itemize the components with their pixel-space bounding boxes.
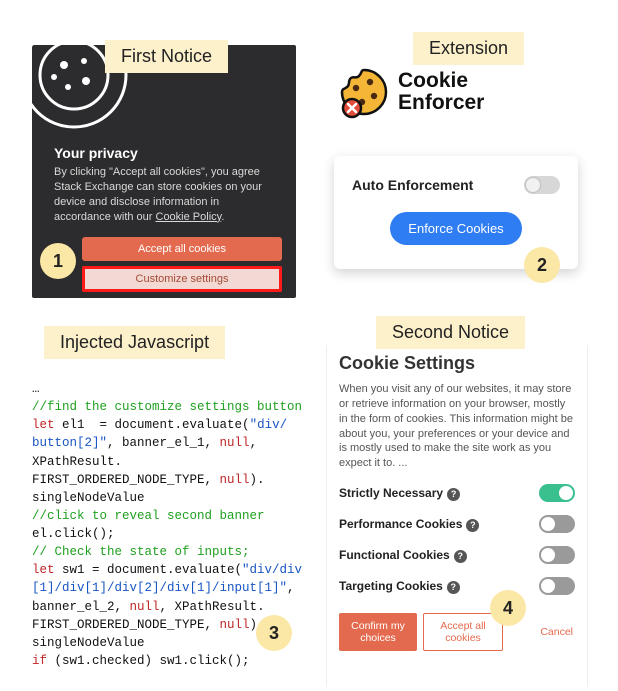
cookie-settings-desc: When you visit any of our websites, it m… xyxy=(339,382,575,471)
auto-enforcement-label: Auto Enforcement xyxy=(352,177,473,193)
code-l13a: FIRST_ORDERED_NODE_TYPE, xyxy=(32,618,220,632)
toggle-strictly-necessary: Strictly Necessary? xyxy=(339,484,575,502)
toggle-switch-strictly-necessary[interactable] xyxy=(539,484,575,502)
toggle-label: Functional Cookies xyxy=(339,548,450,562)
auto-enforcement-row: Auto Enforcement xyxy=(352,176,560,194)
code-l3a: button[2]" xyxy=(32,436,107,450)
toggle-label: Targeting Cookies xyxy=(339,579,443,593)
toggle-performance: Performance Cookies? xyxy=(339,515,575,533)
extension-name: Cookie Enforcer xyxy=(398,70,484,114)
code-l10c: "div/div xyxy=(242,563,302,577)
code-l12c: , XPathResult. xyxy=(160,600,265,614)
privacy-body: By clicking "Accept all cookies", you ag… xyxy=(54,165,274,224)
code-l11: [1]/div[1]/div[2]/div[1]/input[1]" xyxy=(32,581,287,595)
cookie-enforcer-icon xyxy=(334,64,390,120)
code-l1: //find the customize settings button xyxy=(32,400,302,414)
tag-extension: Extension xyxy=(413,32,524,65)
second-notice-panel: Cookie Settings When you visit any of ou… xyxy=(326,345,588,687)
enforce-cookies-button[interactable]: Enforce Cookies xyxy=(390,212,521,245)
code-l8: el.click(); xyxy=(32,527,115,541)
step-badge-4: 4 xyxy=(490,590,526,626)
help-icon[interactable]: ? xyxy=(454,550,467,563)
help-icon[interactable]: ? xyxy=(466,519,479,532)
cookie-policy-link[interactable]: Cookie Policy xyxy=(156,211,222,223)
toggle-functional: Functional Cookies? xyxy=(339,546,575,564)
code-l7: //click to reveal second banner xyxy=(32,509,265,523)
help-icon[interactable]: ? xyxy=(447,581,460,594)
code-l10b: sw1 = document.evaluate( xyxy=(55,563,243,577)
toggle-switch-performance[interactable] xyxy=(539,515,575,533)
accept-all-button[interactable]: Accept all cookies xyxy=(82,237,282,261)
extension-panel: Cookie Enforcer Auto Enforcement Enforce… xyxy=(334,60,594,269)
step-badge-3: 3 xyxy=(256,615,292,651)
toggle-targeting: Targeting Cookies? xyxy=(339,577,575,595)
code-l15a: if xyxy=(32,654,47,668)
code-l2a: let xyxy=(32,418,55,432)
privacy-title: Your privacy xyxy=(54,145,138,161)
code-l2c: "div/ xyxy=(250,418,288,432)
help-icon[interactable]: ? xyxy=(447,488,460,501)
code-l2b: el1 = document.evaluate( xyxy=(55,418,250,432)
toggle-switch-targeting[interactable] xyxy=(539,577,575,595)
confirm-choices-button[interactable]: Confirm my choices xyxy=(339,613,417,651)
toggle-label: Performance Cookies xyxy=(339,517,462,531)
accept-all-cookies-button[interactable]: Accept all cookies xyxy=(423,613,503,651)
code-l5a: FIRST_ORDERED_NODE_TYPE, xyxy=(32,473,220,487)
code-l12a: banner_el_2, xyxy=(32,600,130,614)
code-l4: XPathResult. xyxy=(32,455,122,469)
step-badge-2: 2 xyxy=(524,247,560,283)
code-l5b: null xyxy=(220,473,250,487)
code-l0: … xyxy=(32,382,40,396)
code-l5c: ). xyxy=(250,473,265,487)
code-l12b: null xyxy=(130,600,160,614)
auto-enforcement-toggle[interactable] xyxy=(524,176,560,194)
code-l3b: , banner_el_1, xyxy=(107,436,220,450)
code-l3d: , xyxy=(250,436,258,450)
customize-highlight: Customize settings xyxy=(82,266,282,292)
cookie-settings-buttons: Confirm my choices Accept all cookies Ca… xyxy=(339,613,575,651)
code-l9: // Check the state of inputs; xyxy=(32,545,250,559)
code-l13b: null xyxy=(220,618,250,632)
code-l6: singleNodeValue xyxy=(32,491,145,505)
step-badge-1: 1 xyxy=(40,243,76,279)
extension-name-l2: Enforcer xyxy=(398,92,484,114)
extension-logo: Cookie Enforcer xyxy=(334,64,594,120)
toggle-label: Strictly Necessary xyxy=(339,486,443,500)
tag-second-notice: Second Notice xyxy=(376,316,525,349)
code-l15b: (sw1.checked) sw1.click(); xyxy=(47,654,250,668)
tag-injected-js: Injected Javascript xyxy=(44,326,225,359)
code-l3c: null xyxy=(220,436,250,450)
customize-settings-button[interactable]: Customize settings xyxy=(85,269,279,289)
cookie-settings-heading: Cookie Settings xyxy=(339,353,575,374)
privacy-body-post: . xyxy=(221,211,224,223)
extension-name-l1: Cookie xyxy=(398,70,484,92)
code-l14: singleNodeValue xyxy=(32,636,145,650)
code-l10a: let xyxy=(32,563,55,577)
tag-first-notice: First Notice xyxy=(105,40,228,73)
toggle-switch-functional[interactable] xyxy=(539,546,575,564)
